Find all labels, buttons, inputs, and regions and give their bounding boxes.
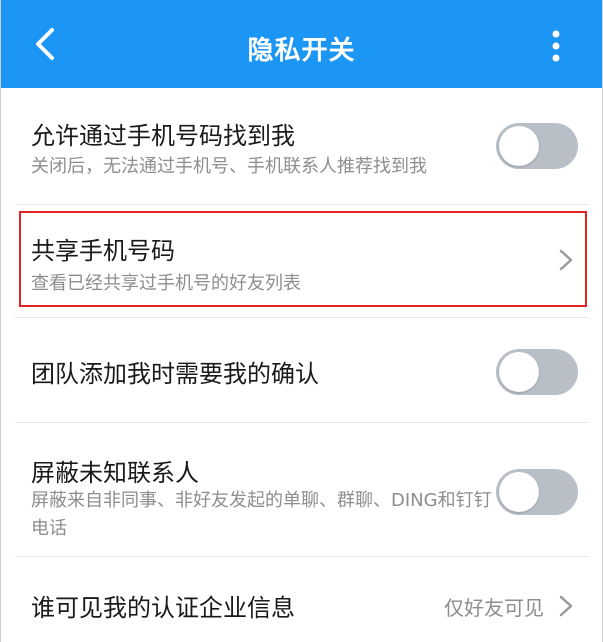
block-unknown-toggle[interactable] [496,469,578,515]
block-unknown-row[interactable]: 屏蔽未知联系人 屏蔽来自非同事、非好友发起的单聊、群聊、DING和钉钉电话 [1,423,602,557]
share-phone-description: 查看已经共享过手机号的好友列表 [31,273,301,294]
toggle-knob [499,352,539,392]
find-by-phone-row[interactable]: 允许通过手机号码找到我 关闭后，无法通过手机号、手机联系人推荐找到我 [1,88,602,205]
toggle-knob [499,126,539,166]
page-title: 隐私开关 [247,36,356,66]
team-confirm-label: 团队添加我时需要我的确认 [31,360,319,388]
privacy-settings-screen: 隐私开关 允许通过手机号码找到我 关闭后，无法通过手机号、手机联系人推荐找到我 … [0,0,603,642]
cert-visibility-row[interactable]: 谁可见我的认证企业信息 仅好友可见 [1,557,602,642]
team-confirm-toggle[interactable] [496,349,578,395]
find-by-phone-toggle[interactable] [496,123,578,169]
vertical-dots-icon [552,30,560,62]
chevron-right-icon [559,249,573,271]
team-confirm-row[interactable]: 团队添加我时需要我的确认 [1,318,602,423]
block-unknown-description: 屏蔽来自非同事、非好友发起的单聊、群聊、DING和钉钉电话 [31,490,492,539]
top-bar: 隐私开关 [1,0,602,88]
share-phone-row[interactable]: 共享手机号码 查看已经共享过手机号的好友列表 [1,205,602,318]
cert-visibility-value: 仅好友可见 [444,596,544,620]
chevron-right-icon [559,595,573,617]
find-by-phone-label: 允许通过手机号码找到我 [31,122,295,150]
settings-list: 允许通过手机号码找到我 关闭后，无法通过手机号、手机联系人推荐找到我 共享手机号… [1,88,602,642]
block-unknown-label: 屏蔽未知联系人 [31,459,199,487]
share-phone-label: 共享手机号码 [31,237,175,265]
find-by-phone-description: 关闭后，无法通过手机号、手机联系人推荐找到我 [31,156,427,177]
cert-visibility-label: 谁可见我的认证企业信息 [31,594,295,622]
more-menu-button[interactable] [538,28,574,64]
toggle-knob [499,472,539,512]
